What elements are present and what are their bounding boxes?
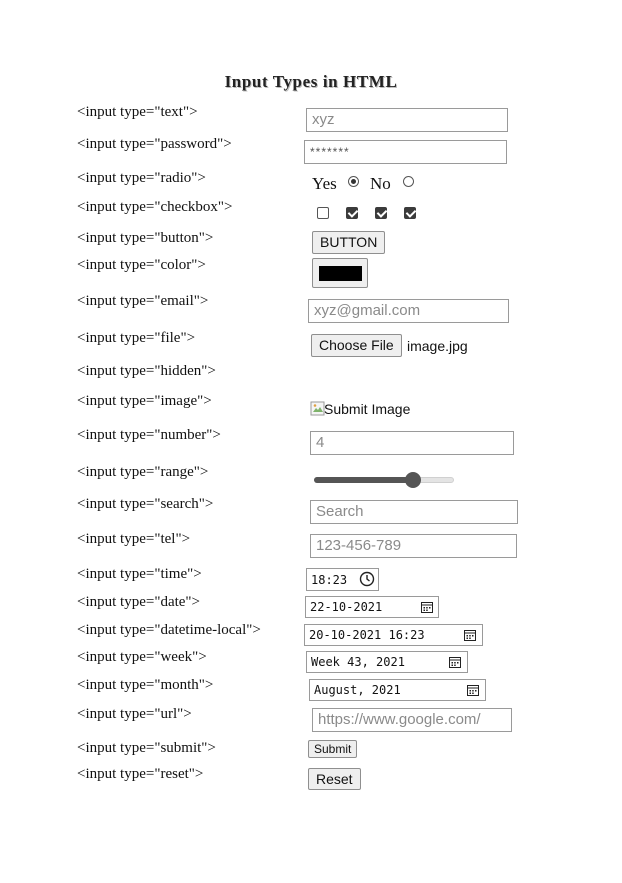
checkbox-3[interactable]	[375, 207, 387, 219]
label-week: <input type="week">	[77, 649, 207, 665]
label-button: <input type="button">	[77, 230, 214, 246]
label-url: <input type="url">	[77, 706, 192, 722]
file-name: image.jpg	[407, 338, 468, 354]
password-input[interactable]: *******	[304, 140, 507, 164]
calendar-icon[interactable]	[449, 656, 461, 668]
label-date: <input type="date">	[77, 594, 201, 610]
range-slider[interactable]	[314, 472, 454, 488]
label-email: <input type="email">	[77, 293, 209, 309]
time-value: 18:23	[311, 573, 348, 587]
label-number: <input type="number">	[77, 427, 221, 443]
search-input[interactable]: Search	[310, 500, 518, 524]
label-text: <input type="text">	[77, 104, 198, 120]
choose-file-button[interactable]: Choose File	[311, 334, 402, 357]
radio-no[interactable]	[403, 176, 414, 187]
color-picker[interactable]	[312, 258, 368, 288]
label-time: <input type="time">	[77, 566, 202, 582]
radio-yes[interactable]	[348, 176, 359, 187]
month-value: August, 2021	[314, 683, 401, 697]
date-value: 22-10-2021	[310, 600, 383, 614]
generic-button[interactable]: BUTTON	[312, 231, 386, 254]
calendar-icon[interactable]	[467, 684, 479, 696]
image-alt-text: Submit Image	[324, 401, 411, 417]
label-image: <input type="image">	[77, 393, 212, 409]
email-input[interactable]: xyz@gmail.com	[308, 299, 509, 323]
page-title: Input Types in HTML	[224, 72, 398, 91]
label-hidden: <input type="hidden">	[77, 363, 216, 379]
url-input[interactable]: https://www.google.com/	[312, 708, 512, 732]
label-tel: <input type="tel">	[77, 531, 191, 547]
checkbox-1[interactable]	[317, 207, 329, 219]
label-month: <input type="month">	[77, 677, 214, 693]
label-range: <input type="range">	[77, 464, 209, 480]
radio-no-label: No	[370, 174, 391, 193]
label-checkbox: <input type="checkbox">	[77, 199, 233, 215]
image-submit[interactable]: Submit Image	[310, 401, 410, 419]
datetime-local-input[interactable]: 20-10-2021 16:23	[304, 624, 483, 646]
text-input[interactable]: xyz	[306, 108, 508, 132]
range-fill	[314, 477, 413, 483]
checkbox-2[interactable]	[346, 207, 358, 219]
checkbox-4[interactable]	[404, 207, 416, 219]
label-radio: <input type="radio">	[77, 170, 206, 186]
label-reset: <input type="reset">	[77, 766, 204, 782]
color-swatch	[319, 266, 362, 281]
label-color: <input type="color">	[77, 257, 206, 273]
datetime-value: 20-10-2021 16:23	[309, 628, 425, 642]
week-input[interactable]: Week 43, 2021	[306, 651, 468, 673]
range-thumb[interactable]	[404, 472, 421, 488]
number-input[interactable]: 4	[310, 431, 514, 455]
label-submit: <input type="submit">	[77, 740, 216, 756]
week-value: Week 43, 2021	[311, 655, 405, 669]
label-password: <input type="password">	[77, 136, 232, 152]
label-file: <input type="file">	[77, 330, 196, 346]
submit-button[interactable]: Submit	[308, 740, 358, 758]
label-datetime-local: <input type="datetime-local">	[77, 622, 261, 638]
calendar-icon[interactable]	[464, 629, 476, 641]
calendar-icon[interactable]	[421, 601, 433, 613]
radio-yes-label: Yes	[312, 174, 337, 193]
time-input[interactable]: 18:23	[306, 568, 379, 591]
date-input[interactable]: 22-10-2021	[305, 596, 439, 618]
tel-input[interactable]: 123-456-789	[310, 534, 517, 558]
label-search: <input type="search">	[77, 496, 214, 512]
month-input[interactable]: August, 2021	[309, 679, 486, 701]
reset-button[interactable]: Reset	[308, 768, 361, 790]
clock-icon[interactable]	[359, 571, 375, 587]
